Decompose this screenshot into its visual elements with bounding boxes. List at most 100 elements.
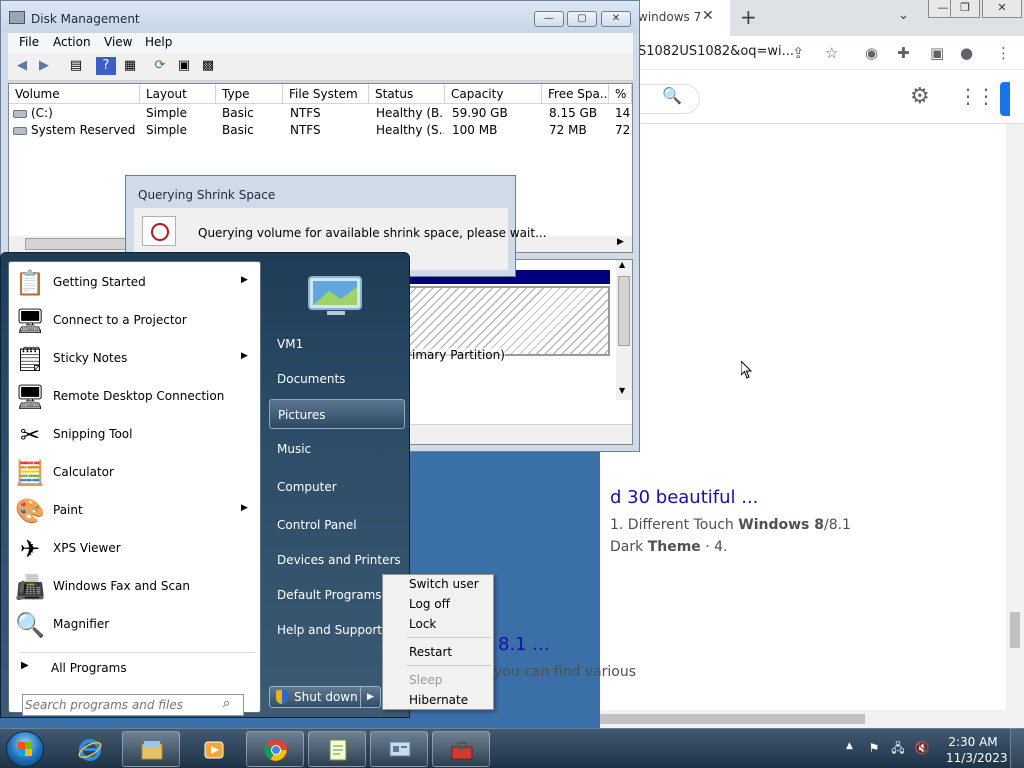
menu-view[interactable]: View [104, 35, 132, 49]
side-panel-icon[interactable]: ▣ [930, 44, 944, 62]
menu-item-restart[interactable]: Restart [385, 643, 491, 663]
show-hidden-icons-arrow[interactable]: ▲ [846, 741, 853, 751]
scroll-right-icon[interactable]: ▶ [617, 237, 624, 247]
chrome-close-button[interactable]: ✕ [982, 0, 1022, 18]
shut-down-options-arrow[interactable]: ▶ [361, 686, 381, 708]
start-link-devices-and-printers[interactable]: Devices and Printers [269, 545, 405, 575]
show-hide-console-icon[interactable]: ▤ [66, 57, 86, 75]
graph-vscroll-thumb[interactable] [618, 276, 630, 346]
column-capacity[interactable]: Capacity [445, 84, 542, 104]
menu-item-hibernate[interactable]: Hibernate [385, 691, 491, 711]
column-status[interactable]: Status [369, 84, 445, 104]
table-row[interactable]: (C:) Simple Basic NTFS Healthy (B... 59.… [9, 106, 632, 123]
column-volume[interactable]: Volume [9, 84, 140, 104]
start-link-pictures[interactable]: Pictures [269, 399, 405, 429]
column-type[interactable]: Type [216, 84, 283, 104]
scroll-up-icon[interactable]: ▲ [619, 260, 625, 269]
start-program-remote-desktop-connection[interactable]: 🖥 Remote Desktop Connection [9, 378, 260, 416]
column-percent-free[interactable]: % F [609, 84, 632, 104]
taskbar-chrome[interactable] [246, 731, 304, 767]
address-bar-url[interactable]: S1082US1082&oq=wi... [638, 44, 794, 59]
tab-close-icon[interactable]: ✕ [702, 8, 714, 24]
start-link-documents[interactable]: Documents [269, 364, 405, 394]
clock-date[interactable]: 11/3/2023 [946, 751, 1008, 765]
back-arrow-icon[interactable]: ◀ [12, 57, 32, 75]
taskbar-notepad[interactable] [308, 731, 366, 767]
start-program-getting-started[interactable]: 📋 Getting Started ▶ [9, 264, 260, 302]
scroll-down-icon[interactable]: ▼ [619, 386, 625, 395]
start-program-magnifier[interactable]: 🔍 Magnifier [9, 606, 260, 644]
menu-action[interactable]: Action [53, 35, 91, 49]
start-program-paint[interactable]: 🎨 Paint ▶ [9, 492, 260, 530]
submenu-arrow-icon[interactable]: ▶ [241, 275, 248, 285]
submenu-arrow-icon[interactable]: ▶ [241, 503, 248, 513]
maximize-button[interactable]: ▢ [567, 11, 597, 27]
menu-help[interactable]: Help [145, 35, 172, 49]
extension-icon[interactable]: ◉ [865, 44, 878, 62]
show-desktop-button[interactable] [1010, 729, 1024, 768]
taskbar-internet-explorer[interactable] [60, 731, 118, 767]
sign-in-button-edge[interactable] [1000, 82, 1010, 116]
forward-arrow-icon[interactable]: ▶ [34, 57, 54, 75]
user-picture-icon[interactable] [303, 273, 369, 321]
properties-icon[interactable]: ▦ [120, 57, 140, 75]
start-program-xps-viewer[interactable]: ✈ XPS Viewer [9, 530, 260, 568]
gear-icon[interactable]: ⚙ [910, 84, 930, 109]
volume-muted-icon[interactable]: 🔇 [914, 740, 930, 756]
action-center-flag-icon[interactable]: ⚑ [866, 740, 882, 756]
close-button[interactable]: ✕ [601, 11, 631, 27]
bookmark-star-icon[interactable]: ☆ [825, 44, 838, 62]
start-program-calculator[interactable]: 🧮 Calculator [9, 454, 260, 492]
taskbar-windows-explorer[interactable] [122, 731, 180, 767]
menu-item-switch-user[interactable]: Switch user [385, 575, 491, 595]
start-program-sticky-notes[interactable]: 🗒 Sticky Notes ▶ [9, 340, 260, 378]
minimize-button[interactable]: — [534, 11, 564, 27]
chrome-menu-icon[interactable]: ⋮ [996, 44, 1011, 62]
menu-item-log-off[interactable]: Log off [385, 595, 491, 615]
chrome-restore-button[interactable]: ❐ [950, 0, 980, 18]
new-tab-button[interactable]: + [740, 5, 757, 29]
start-button[interactable] [6, 731, 44, 767]
search-icon[interactable]: ⌕ [223, 696, 230, 711]
profile-avatar-icon[interactable]: ● [960, 44, 973, 62]
result-title-1[interactable]: d 30 beautiful ... [610, 487, 758, 508]
help-icon[interactable]: ? [96, 57, 116, 75]
start-search-box[interactable]: ⌕ [22, 694, 244, 716]
menu-file[interactable]: File [19, 35, 39, 49]
start-program-snipping-tool[interactable]: ✂ Snipping Tool [9, 416, 260, 454]
start-program-connect-to-a-projector[interactable]: 🖥 Connect to a Projector [9, 302, 260, 340]
settings-icon[interactable]: ▩ [198, 57, 218, 75]
taskbar-media-player[interactable] [184, 731, 242, 767]
tab-windows-7[interactable]: windows 7 [630, 0, 730, 36]
rescan-icon[interactable]: ▣ [174, 57, 194, 75]
all-programs-button[interactable]: ▶ All Programs [9, 656, 260, 680]
start-link-computer[interactable]: Computer [269, 472, 405, 502]
share-icon[interactable]: ⇪ [792, 44, 805, 62]
submenu-arrow-icon[interactable]: ▶ [241, 351, 248, 361]
network-icon[interactable]: 🖧 [890, 740, 906, 756]
puzzle-extensions-icon[interactable]: ✚ [897, 44, 910, 62]
start-link-music[interactable]: Music [269, 434, 405, 464]
chrome-hscroll-thumb[interactable] [600, 714, 865, 724]
refresh-icon[interactable]: ⟳ [150, 57, 170, 75]
menu-item-lock[interactable]: Lock [385, 615, 491, 635]
clock-time[interactable]: 2:30 AM [946, 735, 1000, 749]
column-free-space[interactable]: Free Spa... [542, 84, 609, 104]
result-title-2-visible[interactable]: 8.1 ... [498, 634, 550, 655]
shut-down-button[interactable]: Shut down [269, 686, 361, 708]
graph-vertical-scrollbar[interactable]: ▲ ▼ [616, 260, 632, 400]
taskbar-toolbox[interactable] [432, 731, 490, 767]
start-program-windows-fax-and-scan[interactable]: 📠 Windows Fax and Scan [9, 568, 260, 606]
search-icon[interactable]: 🔍 [662, 86, 682, 105]
chrome-vertical-scrollbar[interactable] [1006, 124, 1024, 728]
taskbar-disk-management[interactable] [370, 731, 428, 767]
start-link-control-panel[interactable]: Control Panel [269, 510, 405, 540]
search-input[interactable] [25, 696, 215, 714]
disk-management-titlebar[interactable]: Disk Management — ▢ ✕ [1, 1, 639, 33]
start-link-vm1[interactable]: VM1 [269, 329, 405, 359]
chrome-vscroll-thumb[interactable] [1010, 612, 1020, 648]
tab-search-icon[interactable]: ⌄ [898, 8, 909, 23]
chrome-horizontal-scrollbar[interactable] [600, 710, 1006, 728]
table-row[interactable]: System Reserved Simple Basic NTFS Health… [9, 123, 632, 140]
column-file-system[interactable]: File System [283, 84, 369, 104]
